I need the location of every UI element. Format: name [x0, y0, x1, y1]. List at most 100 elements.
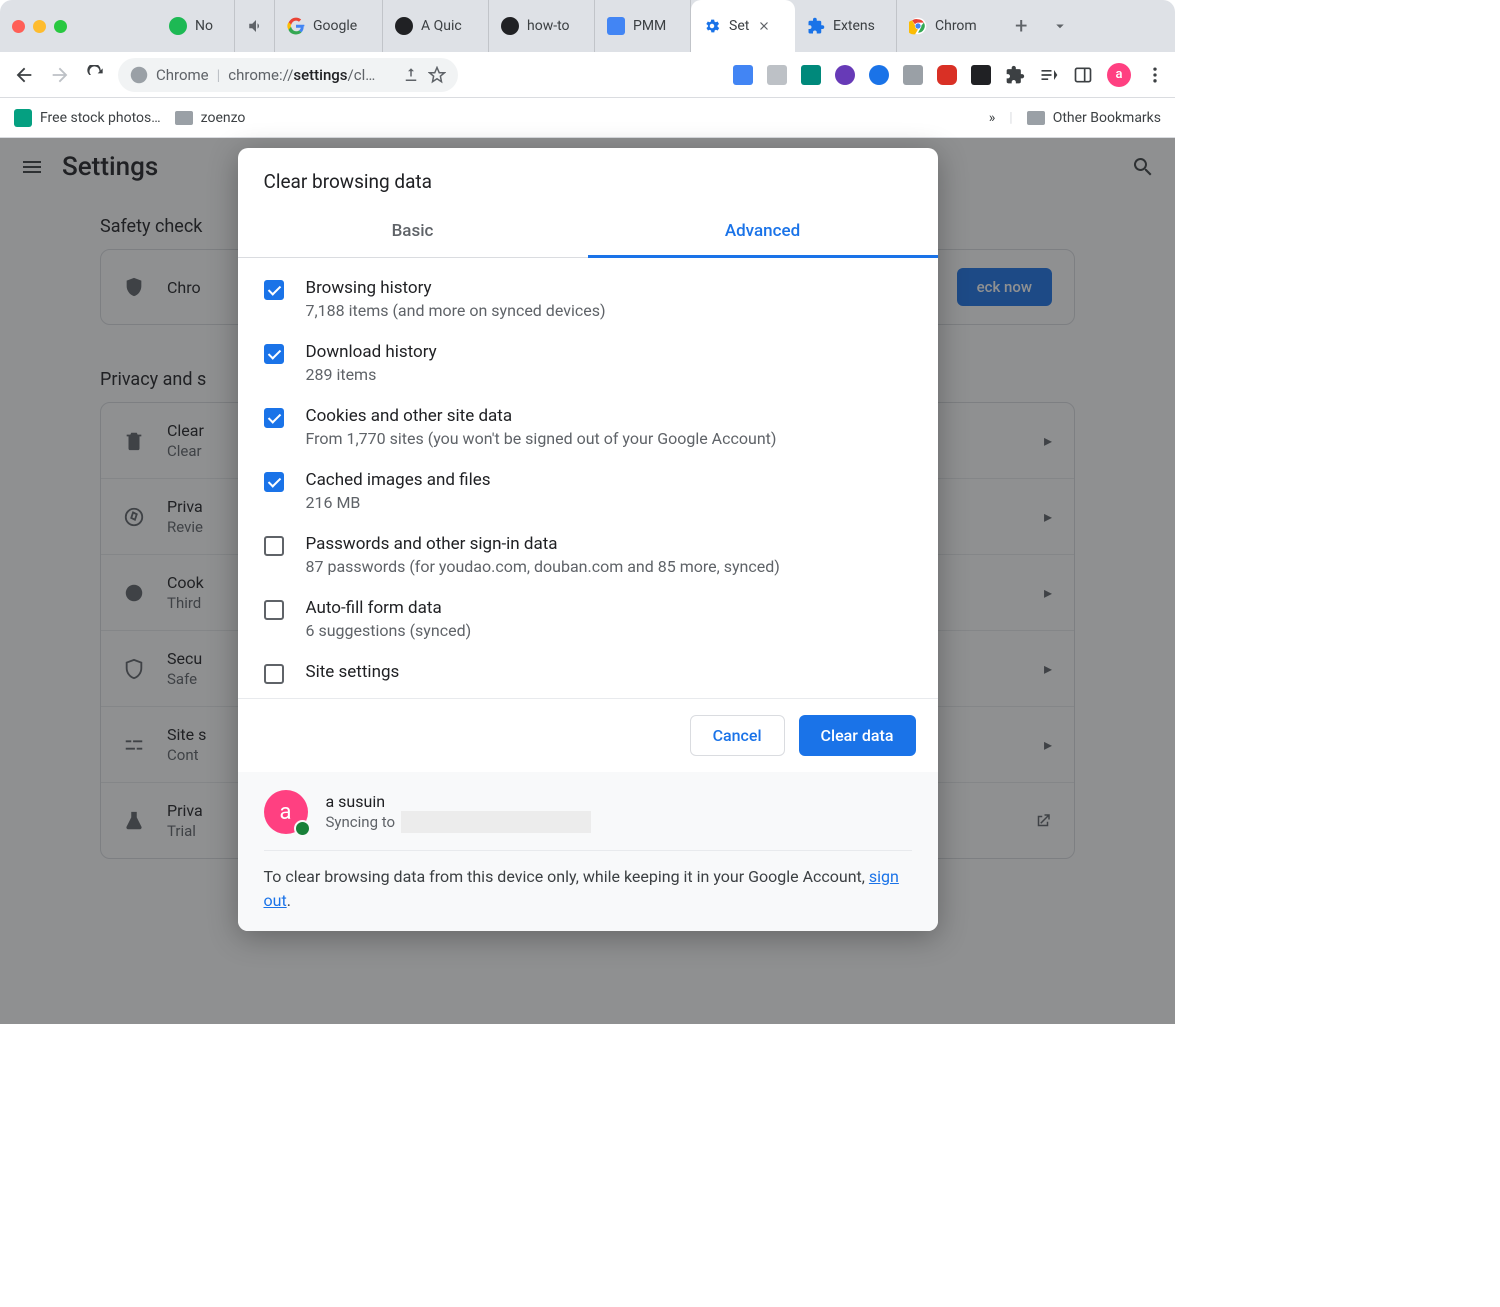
tab-advanced[interactable]: Advanced — [588, 207, 938, 258]
bookmark-label: zoenzo — [201, 110, 246, 126]
share-icon[interactable] — [402, 66, 420, 84]
checkbox-title: Auto-fill form data — [306, 598, 472, 618]
minimize-window-button[interactable] — [33, 20, 46, 33]
tab-label: how-to — [527, 18, 570, 34]
url-text: chrome://settings/cl… — [228, 66, 375, 84]
dialog-title: Clear browsing data — [238, 148, 938, 207]
ext-figma-icon[interactable] — [971, 65, 991, 85]
checkbox-row: Auto-fill form data 6 suggestions (synce… — [264, 598, 912, 640]
checkbox[interactable] — [264, 472, 284, 492]
extension-icons: a — [733, 63, 1165, 87]
checkbox-title: Download history — [306, 342, 437, 362]
checkbox-subtitle: From 1,770 sites (you won't be signed ou… — [306, 429, 777, 448]
checkbox-title: Passwords and other sign-in data — [306, 534, 780, 554]
close-tab-icon[interactable] — [757, 19, 771, 33]
folder-icon — [175, 111, 193, 125]
more-menu-icon[interactable] — [1145, 65, 1165, 85]
tab-chrome[interactable]: Chrom — [897, 0, 1001, 52]
star-icon[interactable] — [428, 66, 446, 84]
tab-label: PMM — [633, 18, 666, 34]
checkbox-title: Browsing history — [306, 278, 606, 298]
tab-aquic[interactable]: A Quic — [383, 0, 489, 52]
checkbox[interactable] — [264, 408, 284, 428]
browser-tabs: No Google A Quic how-to PMM — [157, 0, 1163, 52]
ext-teal-icon[interactable] — [801, 65, 821, 85]
checkbox-subtitle: 6 suggestions (synced) — [306, 621, 472, 640]
forward-button[interactable] — [46, 61, 74, 89]
tab-label: Google — [313, 18, 357, 34]
dialog-actions: Cancel Clear data — [238, 698, 938, 772]
checkbox-row: Cached images and files 216 MB — [264, 470, 912, 512]
maximize-window-button[interactable] — [54, 20, 67, 33]
tab-label: A Quic — [421, 18, 462, 34]
tab-extensions[interactable]: Extens — [795, 0, 897, 52]
checkbox-subtitle: 87 passwords (for youdao.com, douban.com… — [306, 557, 780, 576]
checkbox-row: Passwords and other sign-in data 87 pass… — [264, 534, 912, 576]
clear-data-button[interactable]: Clear data — [799, 715, 916, 756]
bookmark-overflow-icon[interactable]: » — [989, 110, 996, 126]
chrome-icon — [909, 17, 927, 35]
site-icon — [130, 66, 148, 84]
ext-translate-icon[interactable] — [733, 65, 753, 85]
new-tab-button[interactable]: + — [1001, 14, 1041, 39]
checkbox-row: Download history 289 items — [264, 342, 912, 384]
checkbox-row: Cookies and other site data From 1,770 s… — [264, 406, 912, 448]
reading-list-icon[interactable] — [1039, 65, 1059, 85]
sidepanel-icon[interactable] — [1073, 65, 1093, 85]
url-prefix: Chrome — [156, 66, 209, 84]
redacted-email — [401, 811, 591, 833]
checkbox[interactable] — [264, 664, 284, 684]
checkbox-title: Cached images and files — [306, 470, 491, 490]
dark-icon — [501, 17, 519, 35]
tab-spotify[interactable]: No — [157, 0, 235, 52]
tab-settings[interactable]: Set — [691, 0, 795, 52]
bookmarks-bar: Free stock photos… zoenzo » | Other Book… — [0, 98, 1175, 138]
checkbox[interactable] — [264, 280, 284, 300]
folder-icon — [1027, 111, 1045, 125]
reload-button[interactable] — [82, 61, 110, 89]
tab-google[interactable]: Google — [275, 0, 383, 52]
pexels-icon — [14, 109, 32, 127]
tab-basic[interactable]: Basic — [238, 207, 588, 258]
checkbox-title: Site settings — [306, 662, 400, 682]
checkbox-subtitle: 7,188 items (and more on synced devices) — [306, 301, 606, 320]
bookmark-zoenzo[interactable]: zoenzo — [175, 110, 246, 126]
account-name: a susuin — [326, 792, 592, 811]
gear-icon — [703, 17, 721, 35]
settings-page: Settings Safety check Chro eck now Priva… — [0, 138, 1175, 1024]
tab-label: No — [195, 18, 213, 34]
ext-red-icon[interactable] — [937, 65, 957, 85]
ext-camera-icon[interactable] — [903, 65, 923, 85]
tab-label: Set — [729, 18, 749, 34]
ext-blue-icon[interactable] — [869, 65, 889, 85]
window-titlebar: No Google A Quic how-to PMM — [0, 0, 1175, 52]
extensions-puzzle-icon[interactable] — [1005, 65, 1025, 85]
bookmark-label: Other Bookmarks — [1053, 110, 1161, 126]
tab-howto[interactable]: how-to — [489, 0, 595, 52]
close-window-button[interactable] — [12, 20, 25, 33]
back-button[interactable] — [10, 61, 38, 89]
tab-audio[interactable] — [235, 0, 275, 52]
cancel-button[interactable]: Cancel — [690, 715, 785, 756]
clear-browsing-data-dialog: Clear browsing data Basic Advanced Brows… — [238, 148, 938, 931]
address-bar[interactable]: Chrome | chrome://settings/cl… — [118, 58, 458, 92]
checkbox-row: Site settings — [264, 662, 912, 684]
doc-icon — [607, 17, 625, 35]
dialog-body: Browsing history 7,188 items (and more o… — [238, 258, 938, 698]
tabs-dropdown-button[interactable] — [1041, 17, 1079, 35]
footer-text: To clear browsing data from this device … — [264, 865, 912, 913]
other-bookmarks[interactable]: Other Bookmarks — [1027, 110, 1161, 126]
account-avatar: a — [264, 790, 308, 834]
checkbox[interactable] — [264, 344, 284, 364]
browser-toolbar: Chrome | chrome://settings/cl… a — [0, 52, 1175, 98]
checkbox[interactable] — [264, 536, 284, 556]
profile-avatar[interactable]: a — [1107, 63, 1131, 87]
checkbox[interactable] — [264, 600, 284, 620]
bookmark-label: Free stock photos… — [40, 110, 161, 126]
ext-upload-icon[interactable] — [767, 65, 787, 85]
ext-purple-icon[interactable] — [835, 65, 855, 85]
tab-label: Extens — [833, 18, 875, 34]
dialog-tabs: Basic Advanced — [238, 207, 938, 258]
tab-pmm[interactable]: PMM — [595, 0, 691, 52]
bookmark-pexels[interactable]: Free stock photos… — [14, 109, 161, 127]
